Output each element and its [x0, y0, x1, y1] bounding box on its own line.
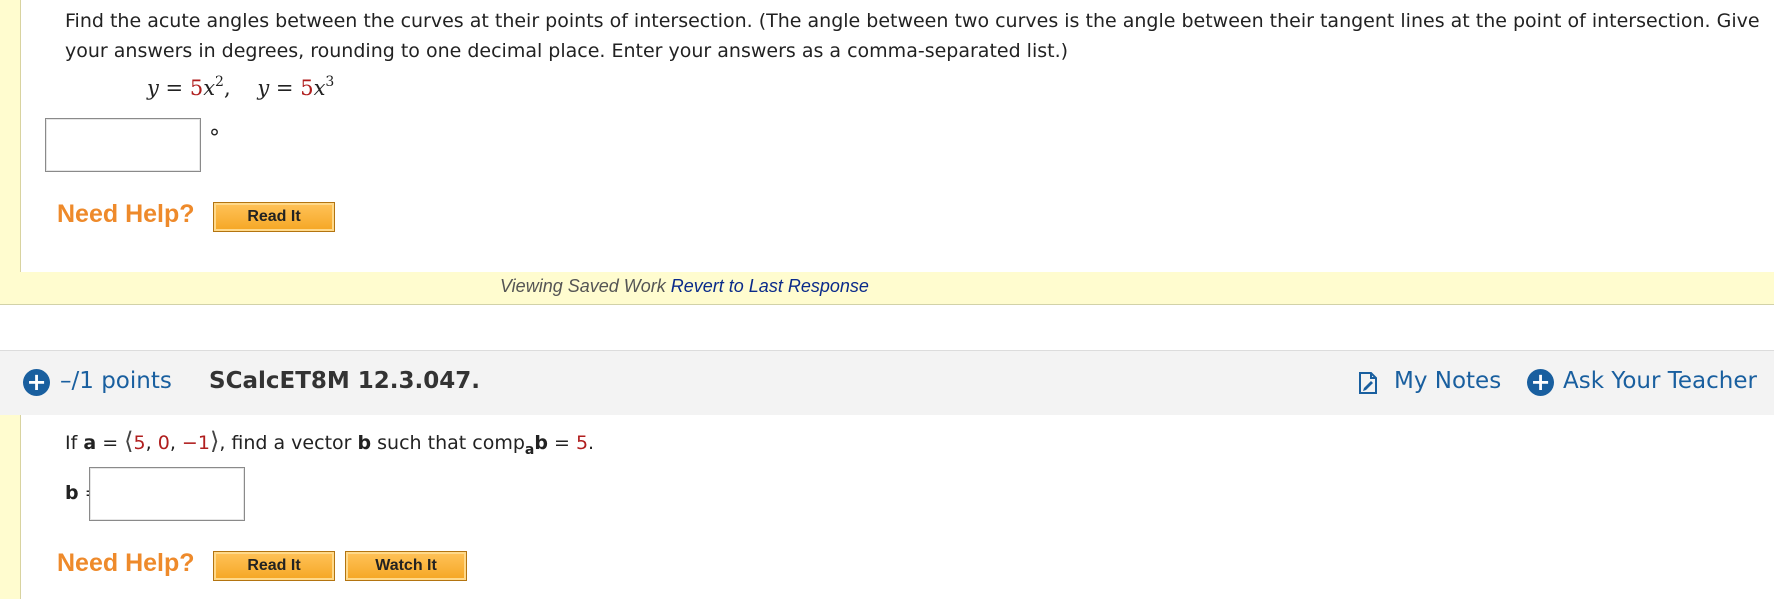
question-2-panel: If a = ⟨5, 0, −1⟩, find a vector b such … — [0, 415, 1774, 599]
eq1-lhs: y — [147, 76, 159, 100]
eq1-var: x — [203, 76, 216, 100]
comma-1: , — [145, 432, 158, 454]
equals: = — [96, 432, 125, 454]
need-help-label: Need Help? — [57, 200, 195, 228]
component-2: 0 — [157, 432, 170, 454]
right-angle-bracket: ⟩ — [209, 427, 220, 455]
notes-icon[interactable] — [1358, 372, 1378, 394]
left-angle-bracket: ⟨ — [124, 427, 134, 455]
eq-separator: , — [223, 76, 231, 100]
vector-b-2: b — [534, 432, 548, 454]
question-2-text: If a = ⟨5, 0, −1⟩, find a vector b such … — [65, 427, 595, 458]
curve-equations: y = 5x2, y = 5x3 — [147, 74, 335, 100]
text-find: , find a vector — [219, 432, 358, 454]
eq2-exp: 3 — [325, 74, 335, 90]
eq1-coef: 5 — [189, 76, 204, 100]
eq2-var: x — [313, 76, 326, 100]
question-2-header: + –/1 points SCalcET8M 12.3.047. My Note… — [0, 350, 1774, 416]
question-1-panel: Find the acute angles between the curves… — [0, 0, 1774, 273]
need-help-label-2: Need Help? — [57, 549, 195, 577]
points-label: –/1 points — [60, 368, 172, 394]
vector-a: a — [83, 432, 97, 454]
subscript-a: a — [524, 442, 535, 458]
angle-answer-input[interactable] — [45, 118, 201, 172]
vector-b-answer-input[interactable] — [89, 467, 245, 521]
saved-work-text: Viewing Saved Work Revert to Last Respon… — [500, 276, 869, 297]
question-id: SCalcET8M 12.3.047. — [209, 368, 481, 394]
text-such-that: such that comp — [371, 432, 525, 454]
watch-it-button[interactable]: Watch It — [345, 551, 467, 581]
eq2-coef: 5 — [300, 76, 314, 100]
eq1-exp: 2 — [215, 74, 224, 90]
question-1-instructions: Find the acute angles between the curves… — [65, 10, 1760, 62]
my-notes-link[interactable]: My Notes — [1394, 368, 1501, 394]
comma-2: , — [169, 432, 182, 454]
rhs-value: 5 — [575, 432, 589, 454]
equals-2: = — [547, 432, 576, 454]
component-1: 5 — [133, 432, 146, 454]
component-3: −1 — [181, 432, 210, 454]
b-label: b — [65, 482, 79, 504]
viewing-saved-work-label: Viewing Saved Work — [500, 276, 666, 296]
period: . — [588, 432, 595, 454]
eq2-equals: = — [269, 76, 301, 100]
revert-to-last-response-link[interactable]: Revert to Last Response — [671, 276, 869, 296]
question-1-body: Find the acute angles between the curves… — [20, 0, 1774, 273]
eq2-lhs: y — [257, 76, 270, 100]
eq1-equals: = — [158, 76, 190, 100]
ask-teacher-plus-icon[interactable]: + — [1527, 369, 1554, 396]
vector-b: b — [357, 432, 372, 454]
text-if: If — [65, 432, 84, 454]
degree-symbol: ° — [209, 126, 220, 151]
saved-work-bar: Viewing Saved Work Revert to Last Respon… — [0, 272, 1774, 305]
question-2-body: If a = ⟨5, 0, −1⟩, find a vector b such … — [20, 415, 1774, 599]
read-it-button-2[interactable]: Read It — [213, 551, 335, 581]
ask-your-teacher-link[interactable]: Ask Your Teacher — [1563, 368, 1757, 394]
read-it-button[interactable]: Read It — [213, 202, 335, 232]
expand-plus-icon[interactable]: + — [23, 369, 50, 396]
